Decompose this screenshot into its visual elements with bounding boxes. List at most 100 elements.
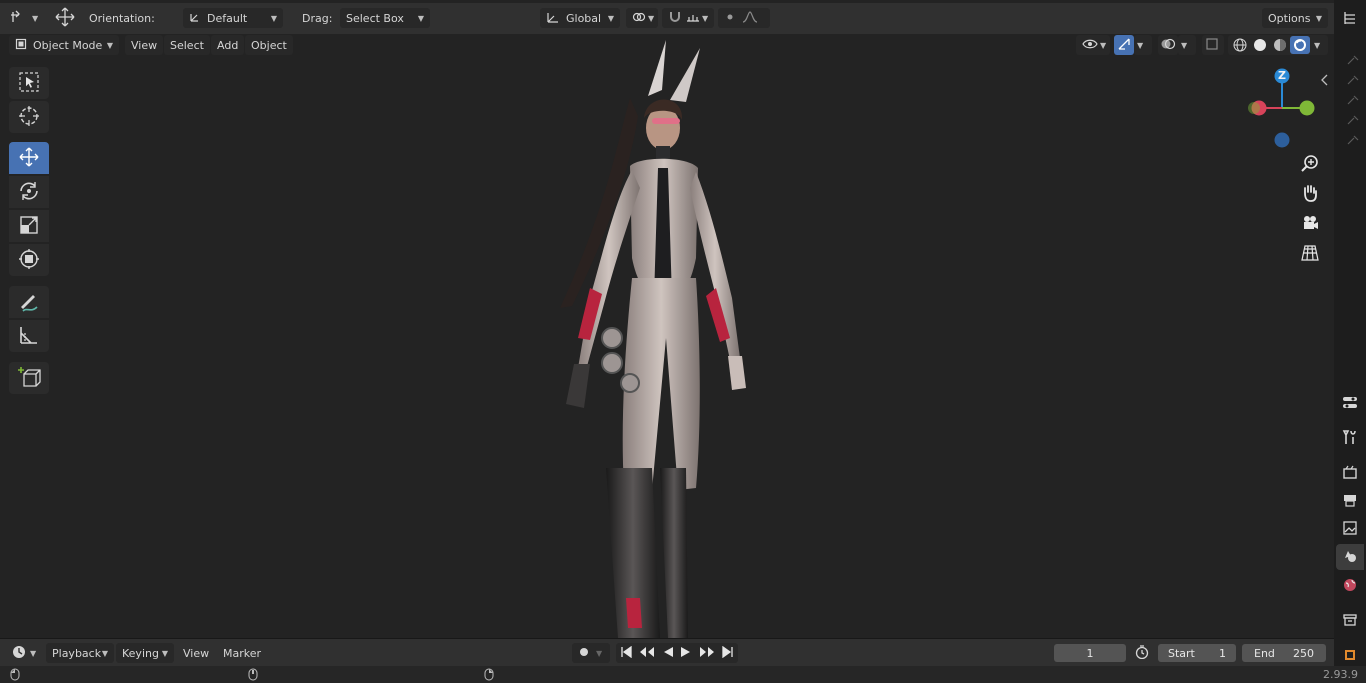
- tab-render[interactable]: [1336, 460, 1364, 486]
- stopwatch-icon: [1135, 644, 1149, 662]
- cursor-icon: [17, 104, 41, 131]
- tool-select-box[interactable]: [9, 67, 49, 99]
- clock-icon: [12, 645, 26, 662]
- tool-icon: [1342, 429, 1358, 448]
- overlay-icon: [1160, 37, 1176, 54]
- tool-measure[interactable]: [9, 320, 49, 352]
- drag-label: Drag:: [302, 12, 333, 25]
- overlay-toggle[interactable]: [1158, 35, 1178, 55]
- active-tool-icon-button[interactable]: [48, 7, 78, 29]
- menu-playback[interactable]: Playback ▼: [46, 643, 114, 663]
- measure-icon: [17, 323, 41, 350]
- jump-end-icon[interactable]: [722, 645, 734, 661]
- outliner-icon: [1342, 10, 1358, 29]
- add-cube-icon: [17, 365, 41, 392]
- play-icon[interactable]: [680, 646, 692, 661]
- select-box-icon: [18, 71, 40, 96]
- shading-buttons[interactable]: ▼: [1228, 35, 1328, 55]
- proportional-editing-group[interactable]: [718, 8, 770, 28]
- visibility-dropdown[interactable]: ▼: [1076, 35, 1110, 55]
- transform-orientation-dropdown[interactable]: Global ▼: [540, 8, 620, 28]
- scale-icon: [17, 213, 41, 240]
- tool-rotate[interactable]: [9, 176, 49, 208]
- transform-tool-icon: [10, 10, 26, 27]
- solid-shading-icon[interactable]: [1250, 38, 1270, 52]
- wireframe-shading-icon[interactable]: [1230, 38, 1250, 52]
- snapping-group[interactable]: ▼: [662, 8, 714, 28]
- current-frame-field[interactable]: 1: [1054, 644, 1126, 662]
- editor-type-button[interactable]: ▼: [4, 8, 42, 28]
- camera-icon[interactable]: [1298, 211, 1322, 235]
- orientation-dropdown[interactable]: Default ▼: [183, 8, 283, 28]
- version-label: 2.93.9: [1323, 668, 1358, 681]
- tool-scale[interactable]: [9, 210, 49, 242]
- orientation-value: Default: [207, 11, 248, 25]
- tab-output[interactable]: [1336, 488, 1364, 514]
- zoom-icon[interactable]: [1298, 151, 1322, 175]
- start-label: Start: [1168, 646, 1195, 660]
- tool-annotate[interactable]: [9, 286, 49, 318]
- outliner-editor-button[interactable]: [1336, 6, 1364, 32]
- options-dropdown[interactable]: Options ▼: [1262, 8, 1328, 28]
- menu-add[interactable]: Add: [211, 35, 245, 55]
- sidebar-toggle-icon[interactable]: [1318, 68, 1332, 92]
- rotate-icon: [17, 179, 41, 206]
- proportional-edit-icon: [724, 11, 736, 26]
- xray-toggle[interactable]: [1202, 35, 1224, 55]
- timeline-menu-view[interactable]: View: [177, 643, 215, 663]
- move-icon: [54, 7, 76, 30]
- tab-scene[interactable]: [1336, 544, 1364, 570]
- character-model[interactable]: [520, 38, 760, 638]
- options-label: Options: [1268, 11, 1311, 25]
- menu-view[interactable]: View: [125, 35, 164, 55]
- end-frame-field[interactable]: End 250: [1242, 644, 1326, 662]
- next-keyframe-icon[interactable]: [699, 646, 715, 661]
- play-reverse-icon[interactable]: [662, 646, 674, 661]
- overlay-dropdown[interactable]: ▼: [1178, 35, 1196, 55]
- gizmo-icon: [1116, 37, 1132, 54]
- keying-label: Keying: [122, 646, 159, 660]
- hand-pan-icon[interactable]: [1298, 181, 1322, 205]
- menu-object[interactable]: Object: [245, 35, 293, 55]
- menu-keying[interactable]: Keying ▼: [116, 643, 174, 663]
- tool-move[interactable]: [9, 142, 49, 174]
- falloff-curve-icon: [742, 10, 758, 26]
- tab-collection[interactable]: [1336, 608, 1364, 634]
- prev-keyframe-icon[interactable]: [639, 646, 655, 661]
- navigation-gizmo[interactable]: Z: [1244, 68, 1320, 148]
- pivot-point-dropdown[interactable]: ▼: [626, 8, 658, 28]
- tool-cursor[interactable]: [9, 101, 49, 133]
- grid-ortho-icon[interactable]: [1298, 241, 1322, 265]
- transform-icon: [17, 247, 41, 274]
- start-frame-field[interactable]: Start 1: [1158, 644, 1236, 662]
- auto-keying-group[interactable]: ▼: [572, 643, 610, 663]
- 3d-viewport[interactable]: Object Mode ▼ View Select Add Object ▼ ▼…: [0, 34, 1334, 638]
- tool-transform[interactable]: [9, 244, 49, 276]
- playback-controls[interactable]: [616, 643, 738, 663]
- drag-dropdown[interactable]: Select Box ▼: [340, 8, 430, 28]
- pivot-icon: [632, 11, 646, 26]
- preview-range-toggle[interactable]: [1132, 643, 1154, 663]
- mode-dropdown[interactable]: Object Mode ▼: [9, 35, 119, 55]
- jump-start-icon[interactable]: [620, 645, 632, 661]
- menu-select[interactable]: Select: [164, 35, 210, 55]
- properties-editor-button[interactable]: [1336, 391, 1364, 417]
- properties-tab-strip: [1334, 0, 1366, 683]
- tab-view-layer[interactable]: [1336, 516, 1364, 542]
- gizmo-dropdown[interactable]: ▼: [1134, 35, 1152, 55]
- drag-value: Select Box: [346, 11, 404, 25]
- tool-add-cube[interactable]: [9, 362, 49, 394]
- eye-icon: [1082, 38, 1098, 53]
- gizmo-toggle[interactable]: [1114, 35, 1134, 55]
- material-shading-icon[interactable]: [1270, 38, 1290, 52]
- properties-icon: [1342, 395, 1358, 414]
- tab-tool[interactable]: [1336, 425, 1364, 451]
- rendered-shading-icon[interactable]: [1290, 36, 1310, 54]
- timeline-editor-type-button[interactable]: ▼: [6, 643, 42, 663]
- xray-icon: [1205, 37, 1219, 54]
- object-icon: [1342, 647, 1358, 666]
- tab-world[interactable]: [1336, 573, 1364, 599]
- snap-increment-icon: [686, 11, 700, 26]
- status-bar: 2.93.9: [0, 666, 1366, 683]
- timeline-menu-marker[interactable]: Marker: [217, 643, 267, 663]
